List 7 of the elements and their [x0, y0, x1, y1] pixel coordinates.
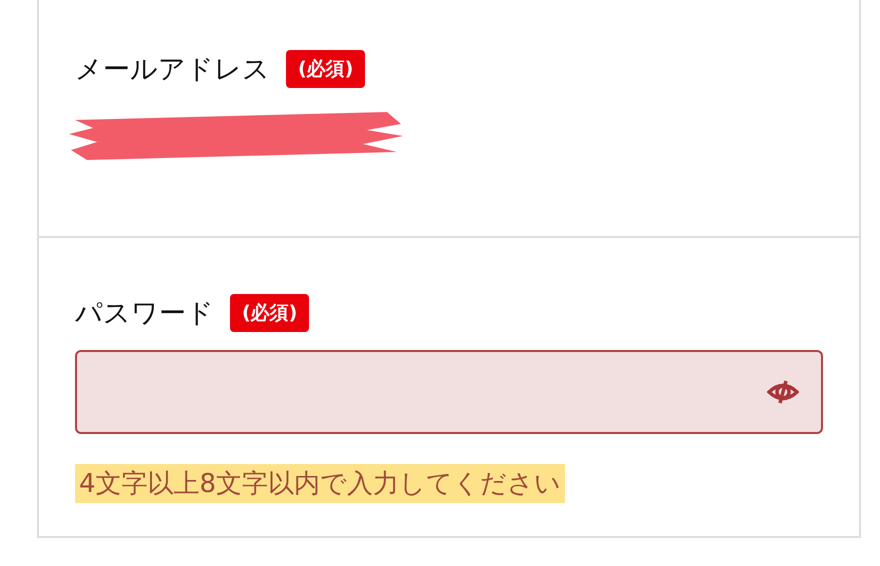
eye-slash-icon[interactable] — [767, 379, 799, 405]
required-badge: (必須) — [230, 294, 310, 332]
field-label: パスワード — [75, 297, 214, 331]
error-message: 4文字以上8文字以内で入力してください — [75, 464, 566, 503]
required-badge: (必須) — [286, 50, 366, 88]
field-label: メールアドレス — [75, 53, 270, 87]
password-field[interactable] — [75, 350, 823, 434]
